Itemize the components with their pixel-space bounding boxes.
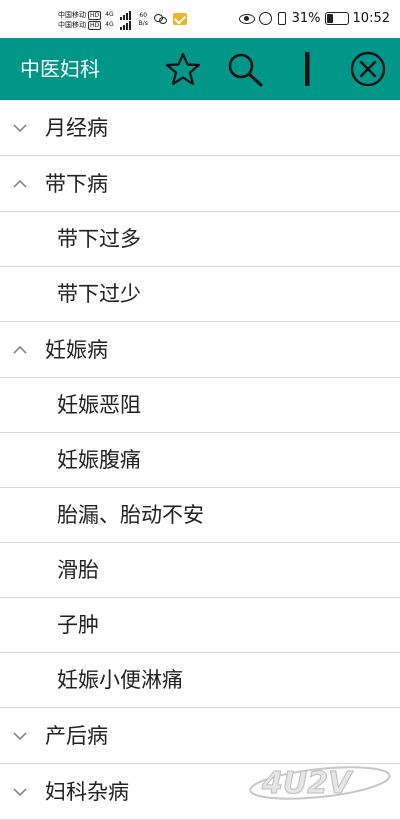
list-item[interactable]: 带下过少 xyxy=(0,267,400,322)
list-item-label: 妊娠恶阻 xyxy=(57,393,141,417)
network-type-1: 4G xyxy=(105,11,114,18)
list-item-label: 妊娠腹痛 xyxy=(57,448,141,472)
group-row[interactable]: 带下病 xyxy=(0,156,400,212)
eye-comfort-icon xyxy=(238,13,255,24)
group-row[interactable]: 月经病 xyxy=(0,100,400,156)
carrier-line-2: 中国移动 HD 4G xyxy=(58,20,131,30)
alarm-icon xyxy=(258,12,272,25)
hd-badge-1: HD xyxy=(88,10,102,20)
carrier-block: 中国移动 HD 4G 中国移动 HD 4G xyxy=(58,10,131,30)
list-item[interactable]: 胎漏、胎动不安 xyxy=(0,488,400,543)
carrier-line-1: 中国移动 HD 4G xyxy=(58,10,131,20)
list-item[interactable]: 妊娠恶阻 xyxy=(0,378,400,433)
battery-icon xyxy=(324,12,349,25)
carrier-1-name: 中国移动 xyxy=(58,11,86,19)
status-right: 31% 10:52 xyxy=(238,11,390,26)
list-item-label: 带下过多 xyxy=(57,227,141,251)
chevron-up-icon xyxy=(13,345,27,354)
close-button[interactable] xyxy=(344,38,392,100)
group-row[interactable]: 产后病 xyxy=(0,708,400,764)
list-item[interactable]: 带下过多 xyxy=(0,212,400,267)
status-left: 中国移动 HD 4G 中国移动 HD 4G 60 B/s xyxy=(58,10,187,30)
group-label: 带下病 xyxy=(45,172,108,196)
list-item-label: 子肿 xyxy=(57,613,99,637)
status-bar: 中国移动 HD 4G 中国移动 HD 4G 60 B/s 31% 10:52 xyxy=(0,0,400,38)
text-cursor-button[interactable] xyxy=(283,38,331,100)
network-speed: 60 B/s xyxy=(139,12,148,28)
chevron-down-icon xyxy=(13,788,27,797)
signal-icon-1 xyxy=(119,10,131,20)
vibrate-icon xyxy=(277,12,286,25)
network-speed-value: 60 xyxy=(139,12,148,19)
star-icon xyxy=(165,52,201,86)
list-item-label: 带下过少 xyxy=(57,282,141,306)
list-item-label: 妊娠小便淋痛 xyxy=(57,668,183,692)
battery-percent: 31% xyxy=(291,11,321,26)
app-bar: 中医妇科 xyxy=(0,38,400,100)
close-circle-icon xyxy=(350,51,386,87)
favorite-button[interactable] xyxy=(159,38,207,100)
page-title: 中医妇科 xyxy=(20,57,100,81)
group-label: 产后病 xyxy=(45,724,108,748)
list-item-label: 滑胎 xyxy=(57,558,99,582)
chevron-down-icon xyxy=(13,732,27,741)
watermark-logo: 4U2V xyxy=(249,766,391,801)
search-icon xyxy=(228,53,263,87)
group-label: 月经病 xyxy=(45,116,108,140)
network-speed-unit: B/s xyxy=(138,20,148,27)
carrier-2-name: 中国移动 xyxy=(58,21,86,29)
group-label: 妇科杂病 xyxy=(45,780,129,804)
svg-text:4U2V: 4U2V xyxy=(261,766,354,801)
cursor-bar-icon xyxy=(305,52,310,86)
search-button[interactable] xyxy=(221,38,269,100)
group-label: 妊娠病 xyxy=(45,338,108,362)
notification-app-icon xyxy=(172,13,187,25)
category-list: 月经病带下病带下过多带下过少妊娠病妊娠恶阻妊娠腹痛胎漏、胎动不安 滑胎子肿妊娠小便… xyxy=(0,100,400,820)
list-item[interactable]: 滑胎 xyxy=(0,543,400,598)
list-item[interactable]: 妊娠小便淋痛 xyxy=(0,653,400,708)
chevron-up-icon xyxy=(13,179,27,188)
list-item[interactable]: 妊娠腹痛 xyxy=(0,433,400,488)
wechat-icon xyxy=(153,14,168,25)
chevron-down-icon xyxy=(13,124,27,133)
hd-badge-2: HD xyxy=(88,20,102,30)
network-type-2: 4G xyxy=(105,21,114,28)
list-item[interactable]: 子肿 xyxy=(0,598,400,653)
list-item-label: 胎漏、胎动不安 xyxy=(57,503,204,527)
signal-icon-2 xyxy=(119,20,131,30)
clock: 10:52 xyxy=(352,11,390,26)
group-row[interactable]: 妊娠病 xyxy=(0,322,400,378)
